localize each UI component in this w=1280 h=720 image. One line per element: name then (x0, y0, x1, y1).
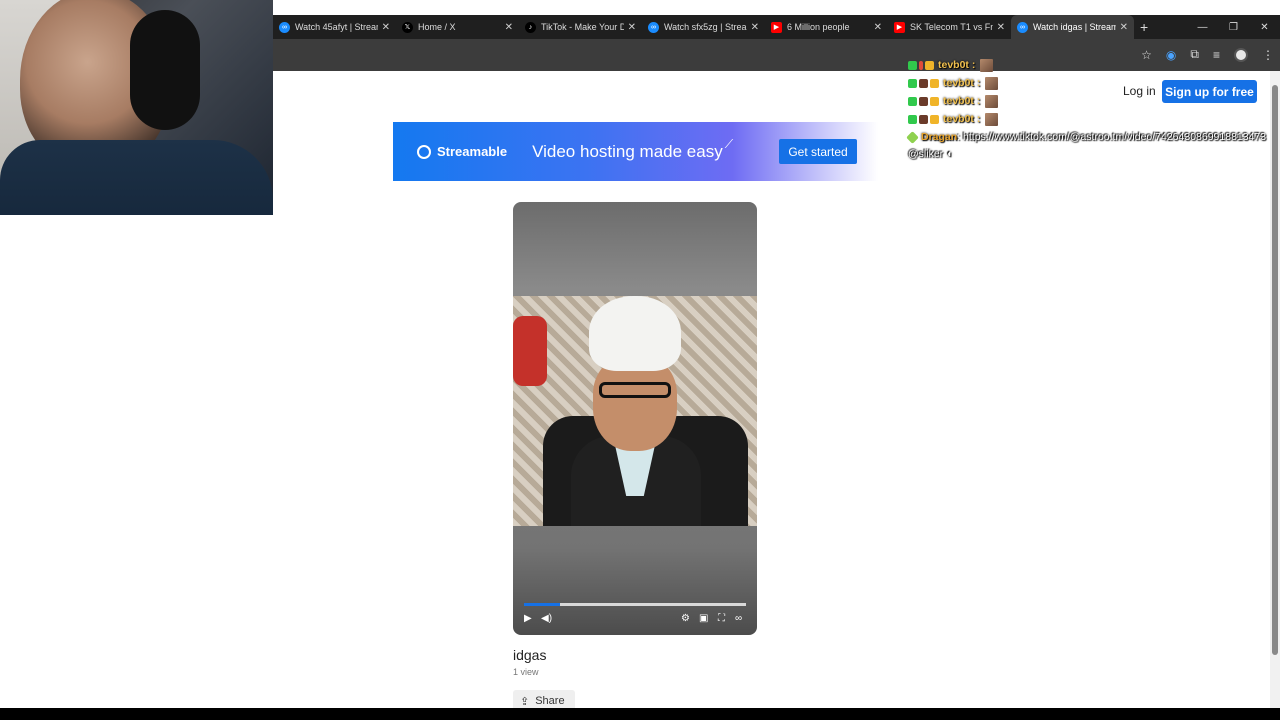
lantern (513, 316, 547, 386)
badge-icon (908, 60, 917, 70)
window-controls: — ❐ ✕ (1187, 15, 1280, 39)
progress-fill (524, 603, 560, 606)
streamable-icon: ∞ (1017, 21, 1028, 33)
x-icon: 𝕏 (402, 21, 413, 33)
chat-text: @sliker (908, 148, 944, 160)
tab-title: Watch idgas | Stream (1033, 22, 1116, 32)
badge-icon (919, 114, 928, 124)
brand-name: Streamable (437, 144, 508, 159)
badge-icon (908, 78, 917, 88)
share-label: Share (535, 695, 565, 707)
minimize-icon[interactable]: — (1187, 22, 1218, 33)
close-icon[interactable]: ✕ (505, 22, 513, 33)
tab-title: TikTok - Make Your D (541, 22, 624, 32)
browser-tab-bar: ∞ Watch 45afyt | Stream ✕ 𝕏 Home / X ✕ ♪… (273, 15, 1280, 39)
close-icon[interactable]: ✕ (751, 22, 759, 33)
emote-icon (980, 58, 994, 72)
tab-title: SK Telecom T1 vs Fna (910, 22, 993, 32)
close-icon[interactable]: ✕ (628, 22, 636, 33)
video-player[interactable]: ▶ ◀) ⚙ ▣ ⛶ ∞ (513, 202, 757, 635)
new-tab-icon[interactable]: + (1140, 19, 1148, 35)
tab[interactable]: ∞ Watch 45afyt | Stream ✕ (273, 15, 396, 39)
streamer-shirt (0, 140, 273, 215)
emote-icon (985, 76, 999, 90)
chat-message: tevb0t : (908, 110, 1280, 128)
badge-icon (908, 96, 917, 106)
badge-icon (906, 130, 919, 144)
chat-message: Dragan : https://www.tiktok.com/@astroo.… (906, 128, 1280, 146)
tab-title: Home / X (418, 22, 456, 32)
settings-icon[interactable]: ⚙ (681, 613, 690, 624)
badge-icon (919, 78, 928, 88)
streamable-icon: ∞ (648, 21, 659, 33)
streamable-icon[interactable]: ∞ (735, 613, 742, 624)
chat-message: tevb0t : (908, 92, 1280, 110)
turban (589, 296, 681, 371)
promo-banner[interactable]: Streamable Video hosting made easy ⟋ Get… (393, 122, 878, 181)
tab-active[interactable]: ∞ Watch idgas | Stream ✕ (1011, 15, 1134, 39)
chat-username: tevb0t : (943, 95, 981, 107)
crown-badge-icon (930, 96, 939, 106)
headset (130, 10, 200, 130)
chat-username: tevb0t : (943, 113, 981, 125)
crown-badge-icon (930, 114, 939, 124)
streamable-icon (417, 144, 431, 159)
close-icon[interactable]: ✕ (874, 22, 882, 33)
youtube-icon: ▶ (771, 21, 782, 33)
tab-title: 6 Million people (787, 22, 850, 32)
crown-badge-icon (930, 78, 939, 88)
emote-icon: ◐ (947, 148, 954, 160)
banner-tagline: Video hosting made easy (532, 141, 723, 161)
video-title: idgas (513, 647, 547, 663)
close-icon[interactable]: ✕ (1120, 22, 1128, 33)
emote-icon (985, 112, 999, 126)
tab[interactable]: ♪ TikTok - Make Your D ✕ (519, 15, 642, 39)
picture-in-picture-icon[interactable]: ▣ (699, 613, 708, 624)
close-window-icon[interactable]: ✕ (1249, 22, 1280, 33)
close-icon[interactable]: ✕ (382, 22, 390, 33)
chat-text: : https://www.tiktok.com/@astroo.tm/vide… (957, 131, 1267, 143)
share-icon: ⇪ (520, 695, 530, 708)
chat-username: tevb0t : (938, 59, 976, 71)
tab[interactable]: ▶ SK Telecom T1 vs Fna ✕ (888, 15, 1011, 39)
taskbar-edge (0, 708, 1280, 720)
streamable-icon: ∞ (279, 21, 290, 33)
close-icon[interactable]: ✕ (997, 22, 1005, 33)
chat-username: tevb0t : (943, 77, 981, 89)
tab[interactable]: 𝕏 Home / X ✕ (396, 15, 519, 39)
play-icon[interactable]: ▶ (524, 613, 532, 624)
screen: ∞ Watch 45afyt | Stream ✕ 𝕏 Home / X ✕ ♪… (0, 0, 1280, 720)
glasses (599, 382, 671, 398)
fullscreen-icon[interactable]: ⛶ (718, 613, 725, 624)
tab[interactable]: ∞ Watch sfx5zg | Stream ✕ (642, 15, 765, 39)
badge-icon (908, 114, 917, 124)
view-count: 1 view (513, 667, 539, 677)
badge-icon (919, 60, 923, 70)
crown-badge-icon (925, 60, 934, 70)
youtube-icon: ▶ (894, 21, 905, 33)
streamable-logo: Streamable (417, 144, 507, 159)
chat-message: tevb0t : (908, 56, 1280, 74)
chat-message-continuation: @sliker ◐ (908, 146, 1280, 162)
tab-title: Watch sfx5zg | Stream (664, 22, 747, 32)
emote-icon (985, 94, 999, 108)
chat-username: Dragan (921, 131, 958, 143)
tab[interactable]: ▶ 6 Million people ✕ (765, 15, 888, 39)
get-started-button[interactable]: Get started (779, 139, 857, 164)
restore-icon[interactable]: ❐ (1218, 22, 1249, 33)
video-frame (513, 296, 757, 526)
badge-icon (919, 96, 928, 106)
tab-title: Watch 45afyt | Stream (295, 22, 378, 32)
player-controls: ▶ ◀) ⚙ ▣ ⛶ ∞ (521, 613, 749, 629)
progress-bar[interactable] (524, 603, 746, 606)
volume-icon[interactable]: ◀) (541, 613, 552, 624)
stream-chat-overlay: tevb0t : tevb0t : tevb0t : tevb0t : Drag… (906, 56, 1280, 162)
webcam-overlay (0, 0, 273, 215)
tiktok-icon: ♪ (525, 21, 536, 33)
chat-message: tevb0t : (908, 74, 1280, 92)
sparkle-icon: ⟋ (724, 137, 734, 151)
scrollbar-thumb[interactable] (1272, 85, 1278, 655)
page-scrollbar[interactable] (1270, 71, 1280, 709)
